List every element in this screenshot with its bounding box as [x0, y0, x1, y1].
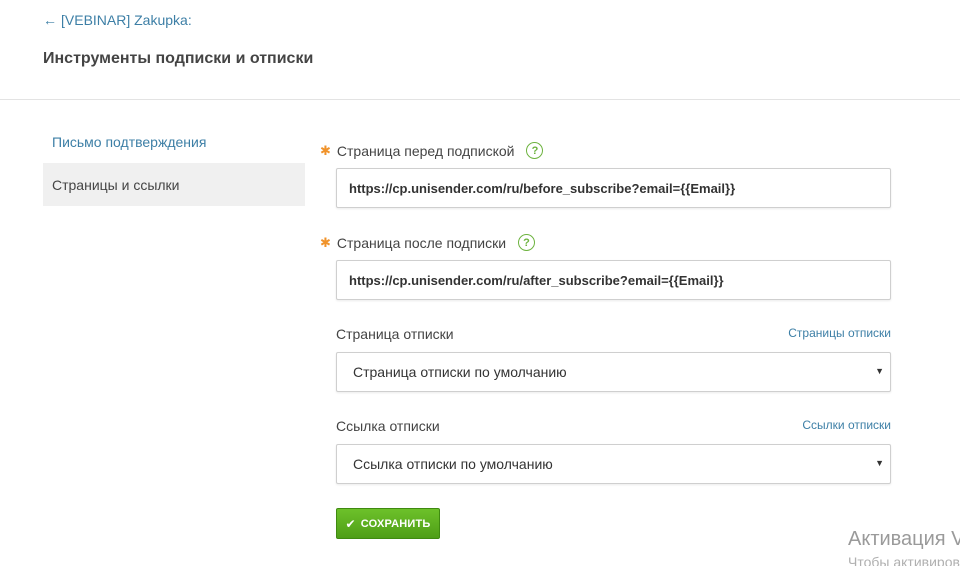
back-link-label: [VEBINAR] Zakupka: [61, 12, 192, 28]
unsubscribe-page-select[interactable]: Страница отписки по умолчанию ▼ [336, 352, 891, 392]
caret-down-icon: ▼ [875, 366, 884, 376]
header-divider [0, 99, 960, 100]
sidebar-item-confirmation-letter[interactable]: Письмо подтверждения [43, 120, 305, 163]
before-subscribe-input[interactable]: https://cp.unisender.com/ru/before_subsc… [336, 168, 891, 208]
page-title: Инструменты подписки и отписки [43, 50, 314, 67]
save-button[interactable]: ✔ СОХРАНИТЬ [336, 508, 440, 539]
sidebar-item-pages-and-links[interactable]: Страницы и ссылки [43, 163, 305, 206]
sidebar-item-label: Письмо подтверждения [52, 133, 207, 150]
unsubscribe-link-label: Ссылка отписки [336, 418, 440, 434]
help-icon[interactable]: ? [518, 234, 536, 251]
required-star-icon: ✱ [320, 142, 331, 158]
before-subscribe-label: ✱ Страница перед подпиской ? [320, 142, 544, 159]
arrow-left-icon: ← [43, 12, 57, 28]
required-star-icon: ✱ [320, 234, 331, 250]
after-subscribe-label-text: Страница после подписки [336, 234, 507, 251]
back-link[interactable]: ← [VEBINAR] Zakupka: [43, 12, 192, 28]
help-icon[interactable]: ? [526, 142, 544, 159]
sidebar-item-label: Страницы и ссылки [52, 176, 180, 193]
activation-watermark-subtext: Чтобы активиров [848, 554, 960, 566]
before-subscribe-label-text: Страница перед подпиской [336, 142, 515, 159]
caret-down-icon: ▼ [875, 458, 884, 468]
activation-watermark: Активация V [848, 528, 960, 550]
save-button-label: СОХРАНИТЬ [360, 517, 431, 530]
unsubscribe-links-link[interactable]: Ссылки отписки [802, 418, 891, 432]
unsubscribe-link-selected: Ссылка отписки по умолчанию [353, 456, 553, 472]
unsubscribe-page-selected: Страница отписки по умолчанию [353, 364, 567, 380]
unsubscribe-link-select[interactable]: Ссылка отписки по умолчанию ▼ [336, 444, 891, 484]
unsubscribe-page-label: Страница отписки [336, 326, 454, 342]
sidebar: Письмо подтверждения Страницы и ссылки [43, 120, 305, 206]
check-icon: ✔ [345, 516, 356, 531]
after-subscribe-label: ✱ Страница после подписки ? [320, 234, 536, 251]
unsubscribe-pages-link[interactable]: Страницы отписки [788, 326, 891, 340]
after-subscribe-input[interactable]: https://cp.unisender.com/ru/after_subscr… [336, 260, 891, 300]
